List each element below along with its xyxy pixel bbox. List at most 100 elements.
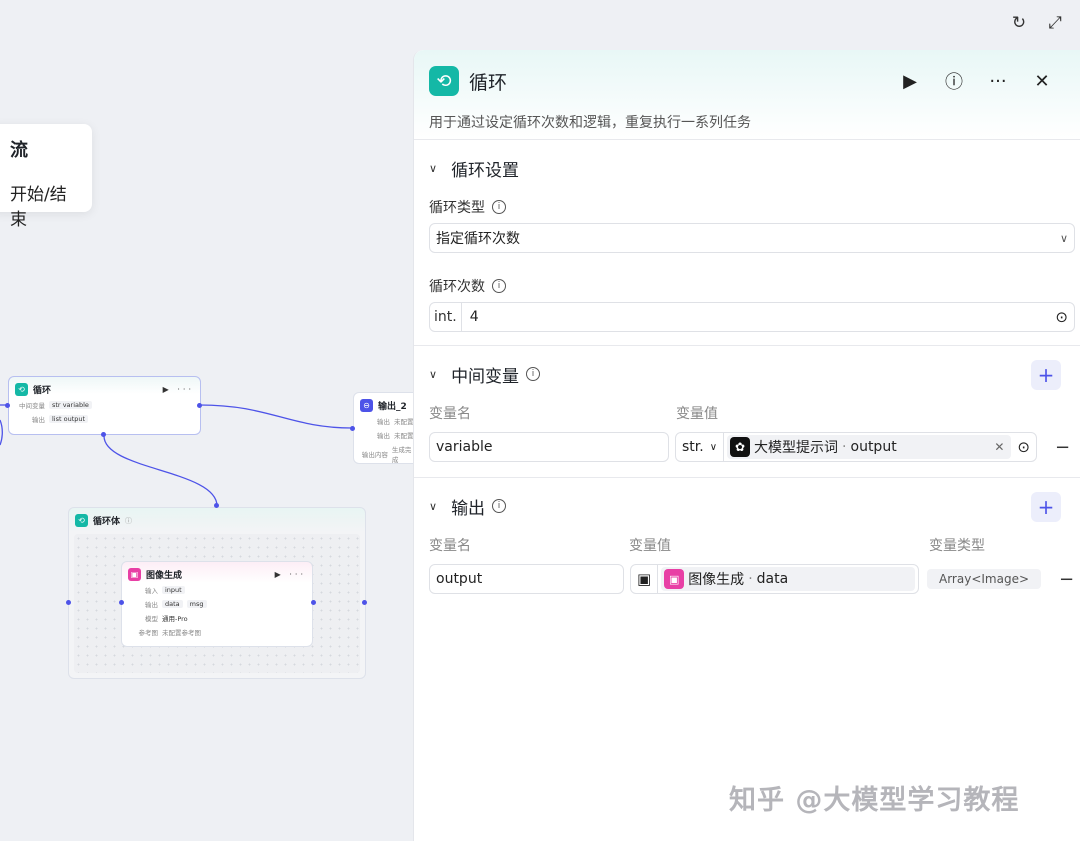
col-value: 变量值 [629,538,671,554]
section-header[interactable]: ∨ 循环设置 [429,140,1078,196]
expand-icon[interactable]: ⤢ [1044,12,1066,34]
image-type-icon[interactable]: ▣ [631,565,659,593]
row-chip: list output [49,415,89,423]
refresh-icon[interactable]: ↻ [1008,12,1030,34]
row-label: 输出 [145,601,158,609]
image-gen-icon: ▣ [664,569,685,589]
row-label: 输出 [32,416,45,424]
row-value: 未配置 [394,418,414,426]
section-header[interactable]: ∨ 中间变量 i [429,346,1078,402]
chevron-down-icon[interactable]: ∨ [429,500,437,513]
input-port[interactable] [214,503,219,508]
variable-ref-icon[interactable]: ⊙ [1055,308,1068,326]
loop-node[interactable]: ⟲ 循环 ▶ ··· 中间变量 str variable 输出 list out… [8,376,201,435]
input-port[interactable] [5,403,10,408]
info-icon[interactable]: i [492,279,506,293]
row-chip: 未配置参考图 [162,629,201,637]
row-value: 未配置 [394,432,414,440]
info-icon[interactable]: i [492,200,506,214]
tooltip-line2: 开始/结束 [10,185,67,230]
input-port[interactable] [350,426,355,431]
info-icon[interactable]: i [526,367,541,381]
clear-icon[interactable]: ✕ [994,440,1004,454]
col-name: 变量名 [429,538,471,554]
row-chip: str variable [49,401,92,409]
output-section: ∨ 输出 i + 变量名 变量值 变量类型 output ▣ ▣ 图像生成 · … [414,478,1080,618]
input-port[interactable] [119,600,124,605]
output-icon: ⊖ [360,399,373,412]
watermark: 知乎 @大模型学习教程 [729,785,1020,816]
loop-icon: ⟲ [15,383,28,396]
section-title: 循环设置 [451,160,520,181]
ref-field: output [850,439,897,455]
node-run-icon[interactable]: ▶ ··· [275,570,306,579]
close-icon[interactable]: ✕ [1030,71,1054,92]
run-icon[interactable]: ▶ [898,71,922,92]
column-headers: 变量名 变量值 [429,402,1078,424]
loop-count-value: 4 [469,309,479,325]
loop-node-title: 循环 [33,386,52,396]
remove-output-button[interactable]: − [1059,569,1074,590]
loop-count-label: 循环次数 i [429,275,1078,297]
info-icon[interactable]: i [492,499,507,513]
row-label: 输出 [377,432,390,440]
chevron-down-icon[interactable]: ∨ [429,162,437,175]
output-port[interactable] [362,600,367,605]
panel-description: 用于通过设定循环次数和逻辑，重复执行一系列任务 [429,115,751,131]
variable-ref-icon[interactable]: ⊙ [1017,438,1030,456]
node-run-icon[interactable]: ▶ ··· [163,385,194,394]
section-header[interactable]: ∨ 输出 i [429,478,1078,534]
add-variable-button[interactable]: + [1031,360,1061,390]
type-tag[interactable]: int. [430,303,462,331]
row-chip: data [162,600,183,608]
chevron-down-icon[interactable]: ∨ [429,368,437,381]
ref-source: 图像生成 [688,572,745,588]
row-chip: msg [186,600,207,608]
chevron-down-icon: ∨ [1059,231,1068,245]
output-name-input[interactable]: output [429,564,624,594]
row-label: 模型 [145,615,158,623]
section-title: 输出 [451,498,486,519]
input-port[interactable] [66,600,71,605]
variable-row: variable str. ∨ ✿ 大模型提示词 · output ✕ ⊙ − [429,432,1078,462]
output-row: output ▣ ▣ 图像生成 · data Array<Image> − [429,564,1078,594]
loop-settings-section: ∨ 循环设置 循环类型 i 指定循环次数 ∨ 循环次数 i int. 4 ⊙ [414,140,1080,346]
row-label: 中间变量 [19,402,45,410]
help-icon[interactable]: ⓘ [942,68,966,94]
body-port[interactable] [101,432,106,437]
info-icon: ⓘ [125,516,133,525]
panel-header: ⟲ 循环 ▶ ⓘ ··· ✕ 用于通过设定循环次数和逻辑，重复执行一系列任务 [414,50,1080,140]
row-label: 输入 [145,587,158,595]
row-label: 输出内容 [361,451,388,459]
variable-value-field[interactable]: str. ∨ ✿ 大模型提示词 · output ✕ ⊙ [675,432,1037,462]
node-tooltip: 流 开始/结束 [0,124,92,230]
image-icon: ▣ [128,568,141,581]
intermediate-vars-section: ∨ 中间变量 i + 变量名 变量值 variable str. ∨ ✿ 大模型提… [414,346,1080,478]
loop-icon: ⟲ [75,514,88,527]
output-value-field[interactable]: ▣ ▣ 图像生成 · data [630,564,919,594]
loop-type-select[interactable]: 指定循环次数 ∨ [429,223,1075,253]
row-label: 参考图 [138,629,159,637]
loop-count-input[interactable]: int. 4 ⊙ [429,302,1075,332]
node-config-panel: ⟲ 循环 ▶ ⓘ ··· ✕ 用于通过设定循环次数和逻辑，重复执行一系列任务 ∨… [413,50,1080,841]
remove-variable-button[interactable]: − [1055,437,1070,458]
variable-name-input[interactable]: variable [429,432,669,462]
output-port[interactable] [197,403,202,408]
panel-title: 循环 [469,71,508,94]
output-port[interactable] [311,600,316,605]
type-select[interactable]: str. ∨ [676,433,725,461]
variable-ref-chip[interactable]: ▣ 图像生成 · data [661,567,915,591]
more-icon[interactable]: ··· [986,71,1010,92]
add-output-button[interactable]: + [1031,492,1061,522]
variable-ref-chip[interactable]: ✿ 大模型提示词 · output ✕ [727,435,1012,459]
col-value: 变量值 [676,406,718,422]
image-gen-node[interactable]: ▣ 图像生成 ▶ ··· 输入 input 输出 data msg 模型 通用-Pro … [121,561,313,647]
ref-source: 大模型提示词 [754,440,839,456]
col-name: 变量名 [429,406,471,422]
column-headers: 变量名 变量值 变量类型 [429,534,1078,556]
image-gen-title: 图像生成 [146,571,183,581]
loop-type-value: 指定循环次数 [436,231,520,247]
row-chip: 通用-Pro [162,615,188,623]
llm-icon: ✿ [730,437,751,457]
section-title: 中间变量 [451,366,520,387]
